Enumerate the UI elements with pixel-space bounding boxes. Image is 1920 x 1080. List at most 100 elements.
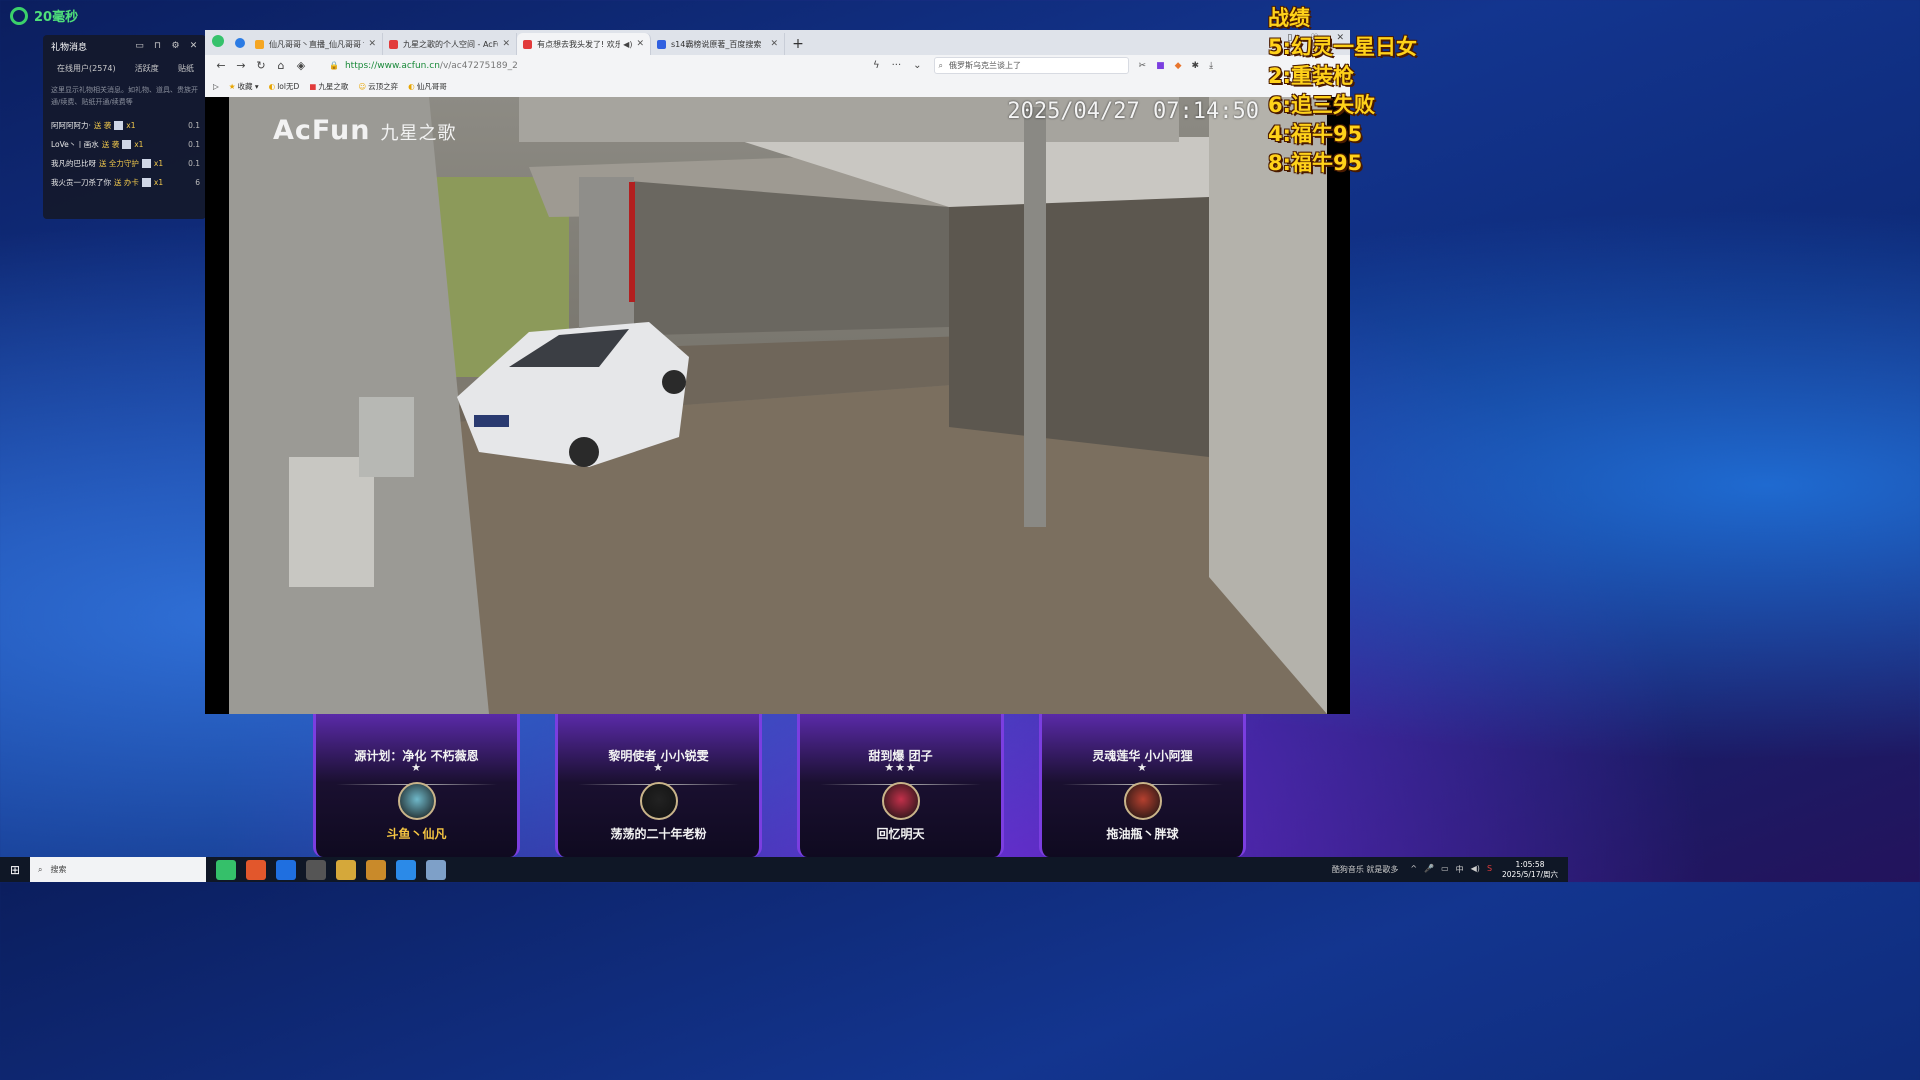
network-icon[interactable]: ▭ [1441, 864, 1449, 875]
puzzle-icon[interactable]: ✱ [1192, 61, 1200, 71]
back-icon[interactable]: ← [211, 59, 231, 72]
extension-orange-icon[interactable]: ◆ [1175, 61, 1182, 71]
bookmark-item[interactable]: ★ 收藏 ▾ [229, 81, 259, 92]
browser-tab[interactable]: 九星之歌的个人空间 - AcFun弹 ✕ [383, 33, 517, 55]
video-player[interactable]: AcFun 九星之歌 2025/04/27 07:14:50 [205, 97, 1350, 714]
browser-tab[interactable]: s14霸榜说原著_百度搜索 ✕ [651, 33, 785, 55]
bookmark-item[interactable]: ◐ 仙凡哥哥 [408, 81, 447, 92]
bookmark-item[interactable]: ◐ lol无D [269, 81, 300, 92]
settings-icon[interactable]: ⚙ [171, 41, 180, 51]
app-globe-icon[interactable] [306, 859, 326, 880]
tab-favicon-icon [389, 39, 398, 49]
sidebar-toggle-icon[interactable]: ▷ [213, 82, 219, 91]
utility-pole [1024, 107, 1046, 527]
gift-icon [114, 121, 124, 130]
download-icon[interactable]: ⤓ [1209, 61, 1213, 71]
tray-chevron-icon[interactable]: ^ [1410, 864, 1417, 875]
media-ticker[interactable]: 酷狗音乐 就是歌多 [1332, 864, 1399, 875]
extension-purple-icon[interactable]: ■ [1156, 61, 1165, 71]
tab-close-icon[interactable]: ✕ [636, 39, 644, 49]
microphone-icon[interactable]: 🎤 [1424, 864, 1434, 875]
address-tools: ϟ ··· ⌄ [873, 60, 922, 71]
lock-icon: 🔒 [329, 61, 339, 70]
app-tray-icon[interactable]: S [1487, 864, 1492, 875]
app-k-icon[interactable] [276, 859, 296, 880]
scoreboard-line: 8:福牛95 [1268, 151, 1363, 175]
tab-activity[interactable]: 活跃度 [135, 63, 159, 74]
gift-action: 送 袭 [93, 121, 112, 130]
gift-icon [141, 159, 151, 168]
bookmark-label: 云顶之弈 [368, 82, 399, 91]
gift-panel-note: 这里显示礼物相关消息。如礼物、道具、贵族开通/续费、贴纸开通/续费等 [51, 86, 198, 106]
lol-app-icon[interactable] [366, 859, 386, 880]
close-icon[interactable]: ✕ [189, 41, 198, 51]
gift-panel-header: 礼物消息 ▭ ⊓ ⚙ ✕ [43, 35, 206, 57]
browser-logo-icon[interactable] [212, 35, 224, 47]
search-input[interactable]: ⌕ 俄罗斯乌克兰谈上了 [933, 57, 1129, 74]
lightning-icon[interactable]: ϟ [873, 60, 880, 71]
tab-favicon-icon [255, 39, 264, 49]
tab-title: s14霸榜说原著_百度搜索 [671, 39, 762, 49]
home-icon[interactable]: ⌂ [271, 59, 291, 72]
tab-online-users[interactable]: 在线用户(2574) [57, 63, 116, 74]
gift-icon [122, 140, 132, 149]
more-icon[interactable]: ··· [892, 60, 902, 71]
url-field[interactable]: 🔒 https://www.acfun.cn /v/ac47275189_2 [321, 57, 861, 74]
app-red-icon[interactable] [246, 859, 266, 880]
app-blue-icon[interactable] [396, 859, 416, 880]
bookmark-item[interactable]: ☺ 云顶之弈 [358, 81, 398, 92]
app-tft-icon[interactable] [426, 859, 446, 880]
gift-row: 阿阿阿阿力· 送 袭 x1 0.1 [43, 116, 206, 135]
extension-icon[interactable]: ◈ [291, 59, 311, 72]
bird-icon[interactable] [235, 38, 245, 48]
browser-window: 仙凡哥哥丶直播_仙凡哥哥丶直 ✕ 九星之歌的个人空间 - AcFun弹 ✕ 有点… [205, 30, 1350, 714]
extension-icons: ✂ ■ ◆ ✱ ⤓ [1139, 61, 1214, 71]
taskbar-search[interactable]: ⌕ 搜索 [30, 857, 206, 882]
volume-icon[interactable]: ◀) [1471, 864, 1480, 875]
tab-title: 仙凡哥哥丶直播_仙凡哥哥丶直 [269, 39, 364, 49]
bookmark-item[interactable]: ■ 九星之歌 [309, 81, 348, 92]
gift-row: LoVe丶丨画水 送 袭 x1 0.1 [43, 135, 206, 154]
new-tab-button[interactable]: + [785, 33, 811, 55]
clock[interactable]: 1:05:58 2025/5/17/周六 [1502, 860, 1558, 880]
gift-user: LoVe丶丨画水 [51, 140, 99, 149]
forward-icon[interactable]: → [231, 59, 251, 72]
tab-close-icon[interactable]: ✕ [502, 39, 510, 49]
scissors-icon[interactable]: ✂ [1139, 61, 1147, 71]
acfun-logo-text: AcFun [273, 115, 371, 146]
helmet-badge-icon [639, 782, 678, 820]
gift-user: 阿阿阿阿力· [51, 121, 91, 130]
ime-icon[interactable]: 中 [1456, 864, 1464, 875]
tab-favicon-icon [523, 39, 532, 49]
bookmark-favicon-icon: ◐ [268, 82, 276, 91]
tab-close-icon[interactable]: ✕ [368, 39, 376, 49]
bookmark-label: lol无D [277, 82, 300, 91]
tab-close-icon[interactable]: ✕ [770, 39, 778, 49]
search-text: 俄罗斯乌克兰谈上了 [949, 61, 1022, 70]
gift-value: 6 [195, 178, 200, 187]
browser-tab-active[interactable]: 有点想去我头发了! 欢乐丶 ◀) ✕ [517, 33, 651, 55]
meter-box [359, 397, 414, 477]
lock-icon[interactable]: ⊓ [153, 41, 162, 51]
bookmarks-bar: ▷ ★ 收藏 ▾ ◐ lol无D ■ 九星之歌 ☺ 云顶之弈 ◐ 仙凡哥哥 [205, 76, 1350, 98]
player-name: 回忆明天 [876, 827, 925, 841]
windows-start-icon[interactable]: ⊞ [0, 863, 30, 877]
pinned-apps [216, 859, 446, 880]
bookmark-label: 收藏 [237, 82, 253, 91]
scoreboard-line: 5:幻灵一星日女 [1268, 35, 1418, 59]
star-level: ★ [411, 761, 422, 774]
minimize-icon[interactable]: ▭ [135, 41, 144, 51]
browser-app-icon[interactable] [216, 859, 236, 880]
app-g-icon[interactable] [336, 859, 356, 880]
bookmark-favicon-icon: ■ [309, 82, 317, 91]
reload-icon[interactable]: ↻ [251, 59, 271, 72]
tab-stickers[interactable]: 贴纸 [178, 63, 194, 74]
speaker-icon[interactable]: ◀) [623, 40, 632, 49]
gift-count: x1 [134, 140, 144, 149]
browser-tab[interactable]: 仙凡哥哥丶直播_仙凡哥哥丶直 ✕ [249, 33, 383, 55]
tab-bar-leading [205, 30, 249, 55]
chevron-down-icon[interactable]: ⌄ [913, 60, 921, 71]
gift-action: 送 全力守护 [99, 159, 139, 168]
bookmark-favicon-icon: ☺ [358, 82, 367, 91]
player-card: 黎明使者 小小锐雯 ★ 荡荡的二十年老粉 [555, 714, 762, 857]
